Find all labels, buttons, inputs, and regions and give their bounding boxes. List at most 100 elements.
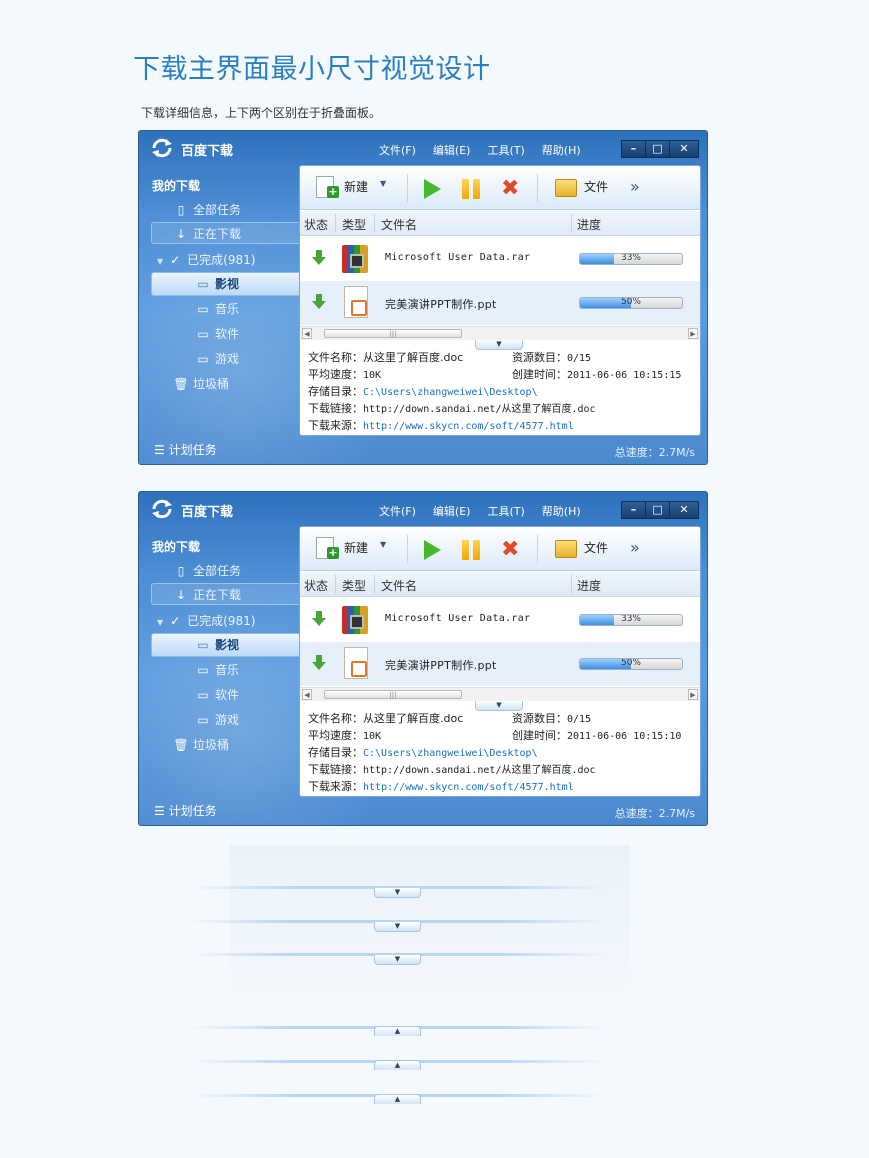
horizontal-scrollbar[interactable]: ◀ ||| ▶ [300, 687, 700, 701]
more-button[interactable]: » [630, 538, 640, 557]
close-button[interactable]: ✕ [669, 140, 699, 158]
menu-tools[interactable]: 工具(T) [487, 503, 524, 519]
delete-button[interactable]: ✖ [501, 176, 519, 201]
scroll-thumb[interactable]: ||| [324, 690, 462, 699]
column-filename[interactable]: 文件名 [381, 577, 417, 594]
sidebar-item-completed[interactable]: ▼ ✓ 已完成(981) [157, 249, 255, 271]
open-folder-button[interactable]: 文件 [584, 178, 608, 195]
total-speed-label: 总速度： [614, 807, 659, 820]
file-name: 完美演讲PPT制作.ppt [385, 659, 497, 672]
title-bar[interactable]: 百度下载 文件(F) 编辑(E) 工具(T) 帮助(H) – □ ✕ [139, 492, 707, 526]
source-link[interactable]: http://www.skycn.com/soft/4577.html [363, 782, 574, 793]
scroll-right-icon[interactable]: ▶ [688, 689, 698, 700]
column-status[interactable]: 状态 [304, 216, 328, 233]
maximize-button[interactable]: □ [645, 501, 670, 519]
sidebar-item-downloading[interactable]: ↓ 正在下载 [173, 223, 241, 245]
column-progress[interactable]: 进度 [577, 577, 601, 594]
menu-file[interactable]: 文件(F) [379, 503, 416, 519]
detail-label: 下载链接： [308, 402, 363, 415]
minimize-button[interactable]: – [621, 501, 646, 519]
delete-button[interactable]: ✖ [501, 537, 519, 562]
pause-button[interactable] [462, 540, 482, 560]
menu-edit[interactable]: 编辑(E) [433, 503, 471, 519]
progress-bar: 50% [579, 297, 683, 309]
sidebar-item-completed[interactable]: ▼ ✓ 已完成(981) [157, 610, 255, 632]
expand-down-tab[interactable]: ▼ [374, 922, 421, 932]
sidebar-item-software[interactable]: ▭ 软件 [195, 323, 239, 345]
expand-down-tab[interactable]: ▼ [374, 955, 421, 965]
sidebar-item-music[interactable]: ▭ 音乐 [195, 298, 239, 320]
sidebar-item-label: 已完成(981) [187, 253, 256, 267]
toolbar: + 新建 ▼ ✖ 文件 » [300, 527, 700, 571]
column-progress[interactable]: 进度 [577, 216, 601, 233]
detail-label: 创建时间： [512, 368, 567, 381]
expand-down-tab[interactable]: ▼ [374, 888, 421, 898]
start-button[interactable] [424, 540, 441, 560]
collapse-up-tab[interactable]: ▲ [374, 1026, 421, 1036]
sidebar-item-video[interactable]: ▭ 影视 [195, 634, 239, 656]
collapse-up-tab[interactable]: ▲ [374, 1094, 421, 1104]
sidebar-item-games[interactable]: ▭ 游戏 [195, 709, 239, 731]
column-type[interactable]: 类型 [342, 577, 366, 594]
detail-directory: 存储目录：C:\Users\zhangweiwei\Desktop\ [308, 744, 538, 760]
table-row[interactable]: 完美演讲PPT制作.ppt 50% [300, 281, 700, 325]
main-panel: + 新建 ▼ ✖ 文件 » 状态 类型 文件名 进度 Microsoft Use… [299, 526, 701, 797]
menu-tools[interactable]: 工具(T) [487, 142, 524, 158]
new-button[interactable]: 新建 [344, 539, 368, 556]
sidebar-item-downloading[interactable]: ↓ 正在下载 [173, 584, 241, 606]
title-bar[interactable]: 百度下载 文件(F) 编辑(E) 工具(T) 帮助(H) – □ ✕ [139, 131, 707, 165]
sidebar-item-all[interactable]: ▯ 全部任务 [173, 199, 241, 221]
scroll-right-icon[interactable]: ▶ [688, 328, 698, 339]
close-button[interactable]: ✕ [669, 501, 699, 519]
sidebar-item-trash[interactable]: 🗑 垃圾桶 [173, 734, 229, 756]
sidebar-item-music[interactable]: ▭ 音乐 [195, 659, 239, 681]
open-folder-button[interactable]: 文件 [584, 539, 608, 556]
progress-text: 50% [620, 297, 641, 307]
sidebar-item-trash[interactable]: 🗑 垃圾桶 [173, 373, 229, 395]
pause-button[interactable] [462, 179, 482, 199]
menu-edit[interactable]: 编辑(E) [433, 142, 471, 158]
sidebar-item-software[interactable]: ▭ 软件 [195, 684, 239, 706]
directory-link[interactable]: C:\Users\zhangweiwei\Desktop\ [363, 387, 538, 398]
detail-label: 存储目录： [308, 385, 363, 398]
sidebar-item-video[interactable]: ▭ 影视 [195, 273, 239, 295]
sidebar-item-label: 游戏 [215, 713, 240, 727]
table-row[interactable]: Microsoft User Data.rar 33% [300, 598, 700, 642]
collapse-up-tab[interactable]: ▲ [374, 1060, 421, 1070]
menu-help[interactable]: 帮助(H) [542, 142, 581, 158]
detail-value: http://down.sandai.net/从这里了解百度.doc [363, 404, 596, 415]
minimize-button[interactable]: – [621, 140, 646, 158]
scroll-thumb[interactable]: ||| [324, 329, 462, 338]
column-type[interactable]: 类型 [342, 216, 366, 233]
maximize-button[interactable]: □ [645, 140, 670, 158]
expand-caret-icon[interactable]: ▼ [157, 257, 163, 266]
start-button[interactable] [424, 179, 441, 199]
detail-speed: 平均速度：10K [308, 727, 381, 743]
menu-help[interactable]: 帮助(H) [542, 503, 581, 519]
sidebar-item-label: 正在下载 [193, 588, 242, 602]
sidebar-item-all[interactable]: ▯ 全部任务 [173, 560, 241, 582]
table-row[interactable]: 完美演讲PPT制作.ppt 50% [300, 642, 700, 686]
more-button[interactable]: » [630, 177, 640, 196]
plan-task-button[interactable]: ☰ 计划任务 [154, 802, 217, 819]
new-dropdown-icon[interactable]: ▼ [380, 179, 386, 188]
directory-link[interactable]: C:\Users\zhangweiwei\Desktop\ [363, 748, 538, 759]
scroll-left-icon[interactable]: ◀ [302, 328, 312, 339]
scroll-left-icon[interactable]: ◀ [302, 689, 312, 700]
new-dropdown-icon[interactable]: ▼ [380, 540, 386, 549]
menu-file[interactable]: 文件(F) [379, 142, 416, 158]
file-name: Microsoft User Data.rar [385, 252, 531, 263]
table-row[interactable]: Microsoft User Data.rar 33% [300, 237, 700, 281]
column-filename[interactable]: 文件名 [381, 216, 417, 233]
detail-value: 2011-06-06 10:15:10 [567, 731, 682, 742]
column-status[interactable]: 状态 [304, 577, 328, 594]
progress-bar: 33% [579, 253, 683, 265]
detail-label: 下载链接： [308, 763, 363, 776]
expand-caret-icon[interactable]: ▼ [157, 618, 163, 627]
new-button[interactable]: 新建 [344, 178, 368, 195]
sidebar-item-games[interactable]: ▭ 游戏 [195, 348, 239, 370]
plan-task-button[interactable]: ☰ 计划任务 [154, 441, 217, 458]
source-link[interactable]: http://www.skycn.com/soft/4577.html [363, 421, 574, 432]
total-speed-label: 总速度： [614, 446, 659, 459]
horizontal-scrollbar[interactable]: ◀ ||| ▶ [300, 326, 700, 340]
